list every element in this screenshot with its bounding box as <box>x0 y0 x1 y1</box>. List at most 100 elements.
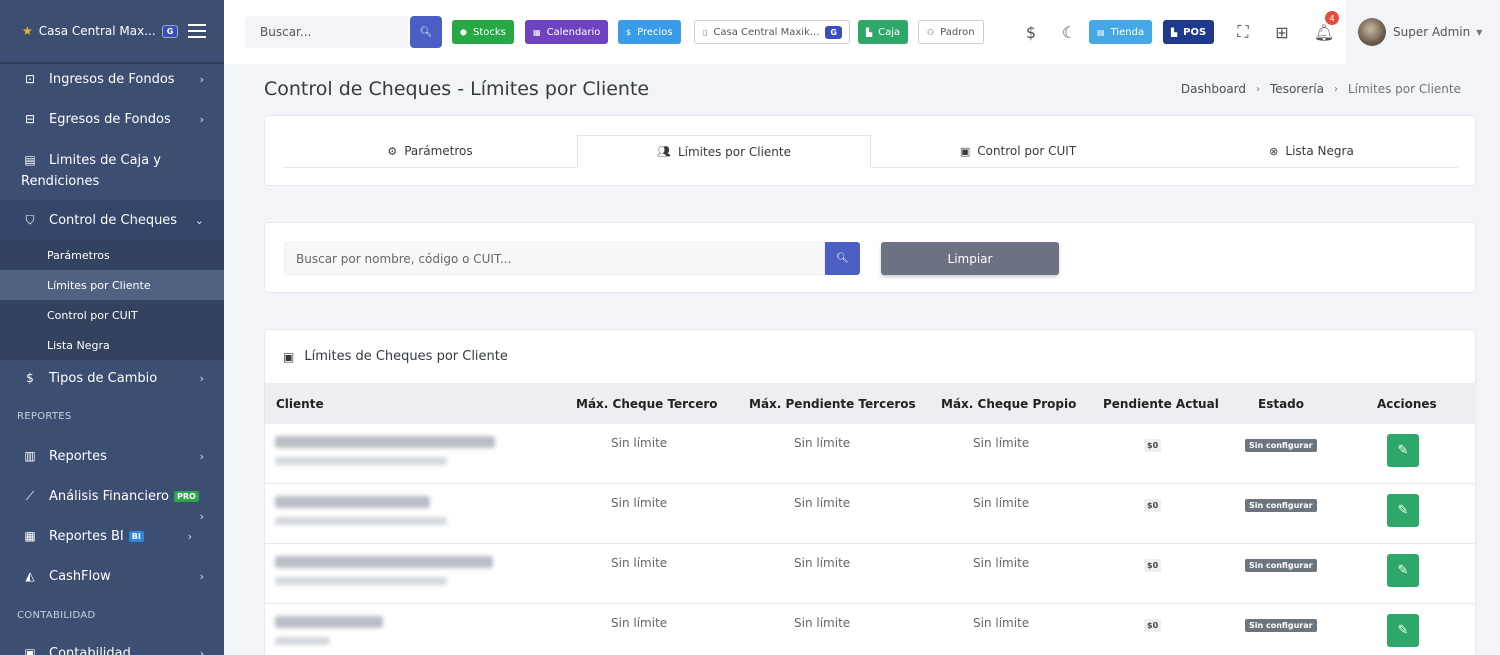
users-icon: 👥︎ <box>657 145 671 158</box>
user-menu[interactable]: Super Admin ▼ <box>1346 0 1500 64</box>
sidebar-item-contabilidad[interactable]: ▣ Contabilidad › <box>0 641 224 655</box>
chevron-right-icon: › <box>199 569 204 583</box>
cell-pendiente: $0 <box>1144 559 1162 572</box>
table-header: Cliente Máx. Cheque Tercero Máx. Pendien… <box>265 383 1476 424</box>
th-max-propio: Máx. Cheque Propio <box>941 396 1077 411</box>
gear-icon: ⚙ <box>387 144 398 158</box>
menu-toggle-icon[interactable] <box>188 24 206 38</box>
sidebar-sub-limites[interactable]: Límites por Cliente <box>0 270 224 300</box>
sidebar-item-label-cont[interactable]: Rendiciones <box>0 170 224 192</box>
edit-icon[interactable]: ✎ <box>1387 494 1419 527</box>
cell-max-propio: Sin límite <box>973 556 1030 570</box>
sidebar-sub-control-cuit[interactable]: Control por CUIT <box>0 300 224 330</box>
global-search-input[interactable]: Buscar... <box>245 16 408 48</box>
cell-max-tercero: Sin límite <box>611 436 668 450</box>
edit-icon[interactable]: ✎ <box>1387 554 1419 587</box>
sidebar-item-ingresos[interactable]: ⊡ Ingresos de Fondos › <box>0 66 224 92</box>
stocks-label: Stocks <box>472 26 506 38</box>
ban-icon: ⊗ <box>1269 144 1279 158</box>
page-title: Control de Cheques - Límites por Cliente <box>264 78 650 100</box>
cash-limit-icon: ▤ <box>24 153 36 167</box>
search-icon[interactable]: 🔍︎ <box>410 16 442 48</box>
sidebar-item-limites-caja[interactable]: ▤ Limites de Caja y <box>0 148 224 172</box>
sidebar-item-label: Control de Cheques <box>49 212 178 228</box>
th-pendiente-actual: Pendiente Actual <box>1103 396 1219 411</box>
table-row: Sin límite Sin límite Sin límite $0 Sin … <box>265 544 1476 604</box>
sidebar-brand[interactable]: ★ Casa Central Max... G <box>0 0 224 64</box>
limits-table-card: ▣ Límites de Cheques por Cliente Cliente … <box>264 329 1476 655</box>
cash-register-icon: ▙ <box>866 27 873 37</box>
sidebar: ★ Casa Central Max... G ⊡ Ingresos de Fo… <box>0 0 224 655</box>
chevron-right-icon: › <box>199 371 204 385</box>
sidebar-sub-parametros[interactable]: Parámetros <box>0 240 224 270</box>
brand-badge: G <box>161 24 179 38</box>
search-icon[interactable]: 🔍︎ <box>825 242 860 275</box>
chevron-down-icon: ⌄ <box>194 213 204 227</box>
building-icon: ▯ <box>703 27 708 37</box>
chevron-right-icon: › <box>199 509 204 523</box>
table-title: ▣ Límites de Cheques por Cliente <box>283 349 508 364</box>
pro-badge: PRO <box>173 490 199 502</box>
sidebar-item-label: Egresos de Fondos <box>49 111 171 127</box>
cell-max-tercero: Sin límite <box>611 616 668 630</box>
status-badge: Sin configurar <box>1245 559 1317 572</box>
cell-max-tercero: Sin límite <box>611 556 668 570</box>
sidebar-item-label: Reportes <box>49 448 107 464</box>
tab-limites-cliente[interactable]: 👥︎ Límites por Cliente <box>577 135 871 168</box>
precios-button[interactable]: $ Precios <box>618 20 681 44</box>
branch-badge: G <box>825 25 842 39</box>
caja-button[interactable]: ▙ Caja <box>858 20 909 44</box>
branch-label: Casa Central Maxik... <box>713 26 820 38</box>
pos-label: POS <box>1183 26 1207 38</box>
moon-icon[interactable]: ☾ <box>1059 22 1079 42</box>
clear-button[interactable]: Limpiar <box>881 242 1059 275</box>
sidebar-item-reportes[interactable]: ▥ Reportes › <box>0 444 224 468</box>
breadcrumb-tesoreria[interactable]: Tesorería <box>1270 82 1324 96</box>
apps-grid-icon[interactable]: ⊞ <box>1272 22 1292 42</box>
breadcrumb-dashboard[interactable]: Dashboard <box>1181 82 1246 96</box>
sidebar-item-cashflow[interactable]: ◭ CashFlow › <box>0 564 224 588</box>
money-in-icon: ⊡ <box>24 72 36 86</box>
tab-control-cuit[interactable]: ▣ Control por CUIT <box>871 135 1165 168</box>
sidebar-item-label: Contabilidad <box>49 645 131 655</box>
tab-lista-negra[interactable]: ⊗ Lista Negra <box>1165 135 1458 168</box>
tienda-button[interactable]: ▤ Tienda <box>1089 20 1153 44</box>
avatar <box>1358 18 1386 46</box>
section-reportes: REPORTES <box>17 411 72 422</box>
sidebar-item-egresos[interactable]: ⊟ Egresos de Fondos › <box>0 106 224 132</box>
star-icon: ★ <box>22 24 33 38</box>
client-name-redacted <box>275 556 493 568</box>
box-icon: ⬢ <box>460 27 467 37</box>
user-name: Super Admin <box>1393 25 1471 39</box>
sidebar-item-control-cheques[interactable]: ⛉ Control de Cheques ⌄ <box>0 200 224 240</box>
client-search-input[interactable]: Buscar por nombre, código o CUIT... <box>284 242 825 275</box>
tab-parametros[interactable]: ⚙ Parámetros <box>283 135 577 168</box>
user-search-icon: ⚇ <box>927 27 935 37</box>
table-title-label: Límites de Cheques por Cliente <box>304 349 508 364</box>
fullscreen-icon[interactable]: ⛶ <box>1233 22 1253 42</box>
calendario-button[interactable]: ▦ Calendario <box>525 20 609 44</box>
padron-button[interactable]: ⚇ Padron <box>918 20 984 44</box>
stocks-button[interactable]: ⬢ Stocks <box>452 20 514 44</box>
table-row: Sin límite Sin límite Sin límite $0 Sin … <box>265 424 1476 484</box>
currency-icon[interactable]: $ <box>1021 22 1041 42</box>
search-card: Buscar por nombre, código o CUIT... 🔍︎ L… <box>264 222 1476 293</box>
edit-icon[interactable]: ✎ <box>1387 434 1419 467</box>
id-card-icon: ▣ <box>959 144 971 158</box>
sidebar-item-reportes-bi[interactable]: ▦ Reportes BI BI › <box>0 524 224 548</box>
branch-selector[interactable]: ▯ Casa Central Maxik... G <box>694 20 850 44</box>
sidebar-analisis-expander[interactable]: › <box>0 506 224 526</box>
edit-icon[interactable]: ✎ <box>1387 614 1419 647</box>
sidebar-item-analisis[interactable]: ⟋ Análisis Financiero PRO <box>0 484 224 508</box>
th-acciones: Acciones <box>1377 396 1437 411</box>
pos-button[interactable]: ▙ POS <box>1163 20 1215 44</box>
bell-icon[interactable]: 🔔︎ <box>1314 22 1334 42</box>
user-card-icon: ▣ <box>283 349 295 364</box>
caja-label: Caja <box>878 26 901 38</box>
breadcrumb: Dashboard › Tesorería › Límites por Clie… <box>1181 82 1461 96</box>
topbar: Buscar... 🔍︎ ⬢ Stocks ▦ Calendario $ Precio… <box>224 0 1500 64</box>
sidebar-item-tipos-cambio[interactable]: $ Tipos de Cambio › <box>0 366 224 390</box>
th-max-pendiente: Máx. Pendiente Terceros <box>749 396 916 411</box>
area-chart-icon: ◭ <box>25 569 35 583</box>
sidebar-sub-lista-negra[interactable]: Lista Negra <box>0 330 224 360</box>
